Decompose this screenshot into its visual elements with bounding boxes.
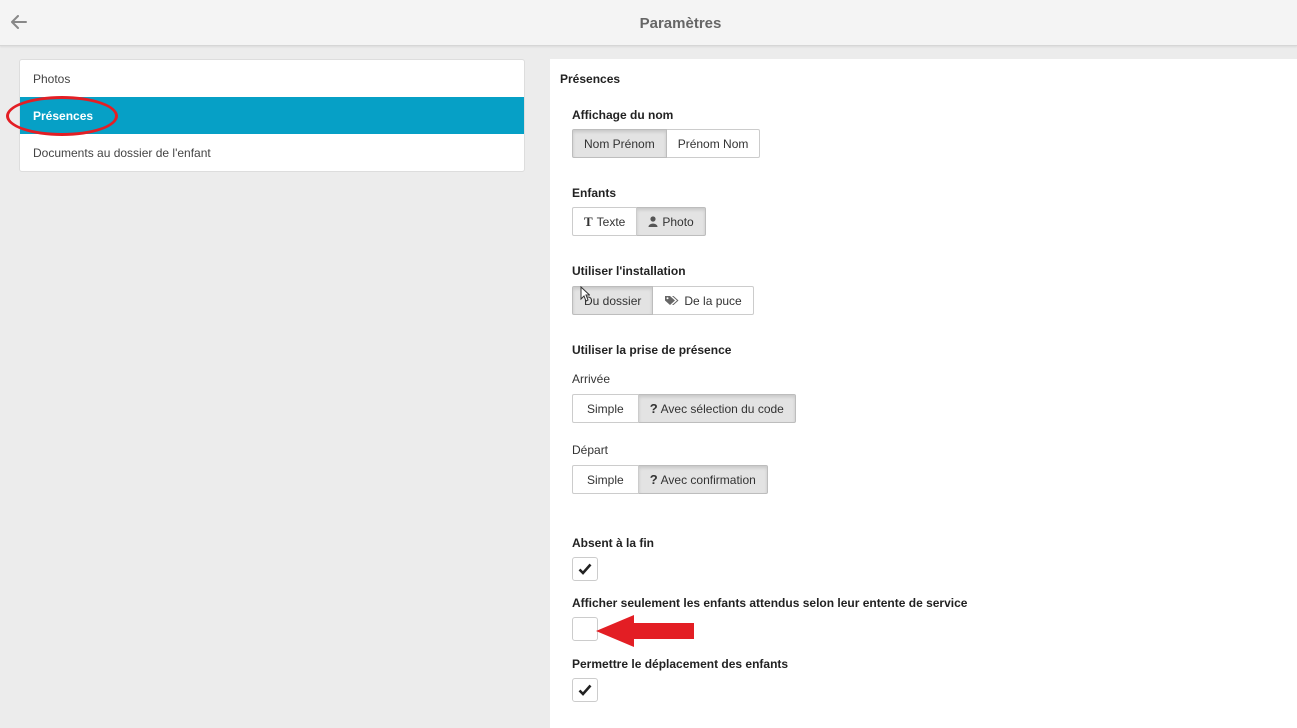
allow-move-checkbox[interactable] [572, 678, 598, 702]
check-icon [578, 684, 592, 696]
button-label: De la puce [684, 293, 742, 308]
sidebar-item-documents[interactable]: Documents au dossier de l'enfant [20, 134, 524, 171]
absent-at-end-label: Absent à la fin [572, 536, 655, 550]
children-photo-button[interactable]: Photo [637, 207, 706, 236]
button-label: Nom Prénom [584, 136, 655, 151]
button-label: Simple [587, 472, 624, 487]
departure-label: Départ [572, 443, 609, 457]
installation-puce-button[interactable]: De la puce [653, 286, 754, 315]
button-label: Texte [596, 214, 626, 229]
arrival-simple-button[interactable]: Simple [572, 394, 639, 423]
installation-dossier-button[interactable]: Du dossier [572, 286, 654, 315]
button-label: Avec sélection du code [660, 401, 784, 416]
name-display-label: Affichage du nom [572, 108, 674, 122]
arrival-code-button[interactable]: ? Avec sélection du code [638, 394, 796, 423]
text-icon: T [584, 213, 593, 229]
installation-toggle: Du dossier De la puce [572, 286, 754, 315]
sidebar-item-photos[interactable]: Photos [20, 60, 524, 97]
check-icon [578, 563, 592, 575]
sidebar-item-presences[interactable]: Présences [20, 97, 524, 134]
page-title: Paramètres [639, 15, 722, 32]
departure-simple-button[interactable]: Simple [572, 465, 639, 494]
button-label: Simple [587, 401, 624, 416]
user-icon [648, 216, 658, 227]
question-icon: ? [649, 401, 658, 416]
absent-at-end-checkbox[interactable] [572, 557, 598, 581]
show-expected-only-label: Afficher seulement les enfants attendus … [572, 596, 968, 610]
button-label: Prénom Nom [677, 136, 749, 151]
sidebar-item-label: Photos [33, 71, 71, 86]
top-bar: Paramètres [0, 0, 1297, 46]
attendance-label: Utiliser la prise de présence [572, 343, 732, 357]
settings-sidebar: Photos Présences Documents au dossier de… [19, 59, 525, 172]
name-order-prenom-nom-button[interactable]: Prénom Nom [666, 129, 761, 158]
sidebar-item-label: Documents au dossier de l'enfant [33, 145, 211, 160]
button-label: Photo [662, 214, 694, 229]
allow-move-label: Permettre le déplacement des enfants [572, 657, 789, 671]
section-title: Présences [560, 72, 621, 86]
children-display-toggle: T Texte Photo [572, 207, 706, 236]
children-label: Enfants [572, 186, 617, 200]
installation-label: Utiliser l'installation [572, 264, 686, 278]
departure-confirm-button[interactable]: ? Avec confirmation [638, 465, 768, 494]
tags-icon [664, 295, 680, 306]
arrival-label: Arrivée [572, 372, 611, 386]
departure-toggle: Simple ? Avec confirmation [572, 465, 768, 494]
show-expected-only-checkbox[interactable] [572, 617, 598, 641]
arrival-toggle: Simple ? Avec sélection du code [572, 394, 796, 423]
question-icon: ? [649, 472, 658, 487]
button-label: Du dossier [584, 293, 642, 308]
name-display-toggle: Nom Prénom Prénom Nom [572, 129, 761, 158]
button-label: Avec confirmation [660, 472, 756, 487]
children-text-button[interactable]: T Texte [572, 207, 638, 236]
name-order-nom-prenom-button[interactable]: Nom Prénom [572, 129, 667, 158]
settings-content: Présences Affichage du nom Nom Prénom Pr… [550, 59, 1297, 728]
sidebar-item-label: Présences [33, 108, 94, 123]
